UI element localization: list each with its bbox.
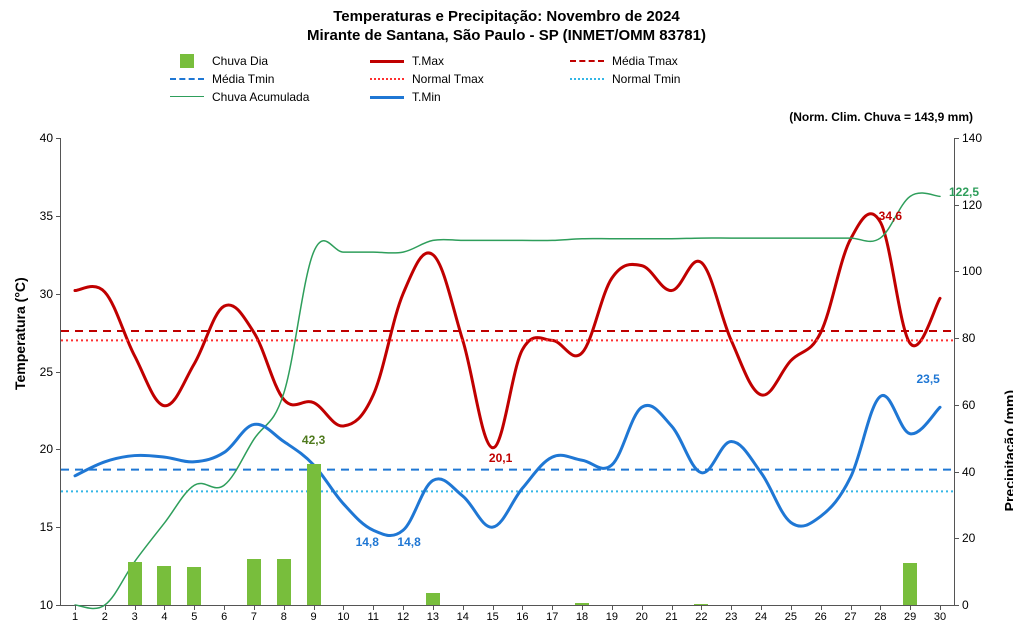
x-tick: 5 [191, 611, 197, 623]
x-tick: 18 [576, 611, 588, 623]
x-tick: 3 [132, 611, 138, 623]
legend-item: T.Max [370, 54, 570, 68]
x-tick: 8 [281, 611, 287, 623]
x-tick: 19 [606, 611, 618, 623]
x-tick: 1 [72, 611, 78, 623]
y-tick-right: 120 [962, 199, 982, 211]
y-tick-left: 25 [40, 366, 53, 378]
x-tick: 26 [815, 611, 827, 623]
legend-label: Normal Tmax [412, 72, 484, 86]
y-tick-right: 100 [962, 265, 982, 277]
chart-lines [61, 138, 954, 605]
legend-label: Média Tmin [212, 72, 274, 86]
x-tick: 29 [904, 611, 916, 623]
legend-label: Normal Tmin [612, 72, 680, 86]
bar-chuva-dia [426, 593, 440, 605]
y-tick-left: 40 [40, 132, 53, 144]
chart-titles: Temperaturas e Precipitação: Novembro de… [0, 0, 1013, 46]
x-tick: 7 [251, 611, 257, 623]
y-tick-left: 35 [40, 210, 53, 222]
legend-item: Normal Tmax [370, 72, 570, 86]
x-tick: 4 [161, 611, 167, 623]
x-tick: 15 [486, 611, 498, 623]
x-tick: 30 [934, 611, 946, 623]
bar-chuva-dia [187, 567, 201, 605]
y-tick-right: 60 [962, 399, 975, 411]
series-line [75, 395, 940, 535]
chart-subtitle: Mirante de Santana, São Paulo - SP (INME… [0, 27, 1013, 46]
legend-label: T.Max [412, 54, 444, 68]
legend-item: Média Tmin [170, 72, 370, 86]
legend-swatch [170, 90, 204, 104]
y-tick-right: 20 [962, 532, 975, 544]
legend-label: T.Min [412, 90, 441, 104]
x-tick: 10 [337, 611, 349, 623]
x-tick: 16 [516, 611, 528, 623]
bar-chuva-dia [128, 562, 142, 605]
y-tick-right: 80 [962, 332, 975, 344]
x-tick: 20 [636, 611, 648, 623]
legend-item: Normal Tmin [570, 72, 770, 86]
x-tick: 21 [665, 611, 677, 623]
note-norm-chuva: (Norm. Clim. Chuva = 143,9 mm) [0, 108, 1013, 124]
x-tick: 6 [221, 611, 227, 623]
legend-swatch [570, 72, 604, 86]
y-tick-right: 140 [962, 132, 982, 144]
legend: Chuva Dia T.Max Média Tmax Média Tmin Normal… [0, 46, 1013, 108]
y-axis-right-label: Precipitação (mm) [1001, 390, 1013, 511]
legend-item: T.Min [370, 90, 570, 104]
legend-label: Chuva Acumulada [212, 90, 309, 104]
data-label: 122,5 [949, 185, 979, 199]
legend-swatch [170, 54, 204, 68]
chart-container: Temperaturas e Precipitação: Novembro de… [0, 0, 1013, 631]
x-tick: 12 [397, 611, 409, 623]
data-label: 14,8 [397, 535, 420, 549]
y-tick-left: 20 [40, 443, 53, 455]
legend-item: Chuva Dia [170, 54, 370, 68]
data-label: 23,5 [916, 372, 939, 386]
bar-chuva-dia [694, 604, 708, 605]
x-tick: 11 [368, 611, 379, 623]
x-tick: 28 [874, 611, 886, 623]
x-tick: 27 [844, 611, 856, 623]
data-label: 14,8 [356, 535, 379, 549]
x-tick: 2 [102, 611, 108, 623]
legend-swatch [370, 72, 404, 86]
bar-chuva-dia [157, 566, 171, 605]
x-tick: 24 [755, 611, 767, 623]
x-tick: 17 [546, 611, 558, 623]
x-tick: 22 [695, 611, 707, 623]
legend-swatch [170, 72, 204, 86]
bar-chuva-dia [575, 603, 589, 605]
bar-chuva-dia [903, 563, 917, 605]
y-tick-right: 40 [962, 466, 975, 478]
x-tick: 13 [427, 611, 439, 623]
x-tick: 14 [457, 611, 469, 623]
y-tick-left: 10 [40, 599, 53, 611]
bar-chuva-dia [247, 559, 261, 605]
data-label: 42,3 [302, 433, 325, 447]
x-tick: 23 [725, 611, 737, 623]
y-tick-left: 30 [40, 288, 53, 300]
bar-chuva-dia [307, 464, 321, 605]
legend-item: Média Tmax [570, 54, 770, 68]
plot-area: 1015202530354002040608010012014012345678… [60, 138, 955, 606]
legend-swatch [370, 90, 404, 104]
legend-swatch [570, 54, 604, 68]
y-tick-right: 0 [962, 599, 969, 611]
x-tick: 25 [785, 611, 797, 623]
bar-chuva-dia [277, 559, 291, 605]
y-tick-left: 15 [40, 521, 53, 533]
chart-title: Temperaturas e Precipitação: Novembro de… [0, 8, 1013, 27]
legend-item: Chuva Acumulada [170, 90, 370, 104]
legend-swatch [370, 54, 404, 68]
x-tick: 9 [311, 611, 317, 623]
data-label: 34,6 [879, 209, 902, 223]
data-label: 20,1 [489, 451, 512, 465]
y-axis-left-label: Temperatura (°C) [12, 277, 28, 390]
legend-label: Chuva Dia [212, 54, 268, 68]
legend-label: Média Tmax [612, 54, 678, 68]
